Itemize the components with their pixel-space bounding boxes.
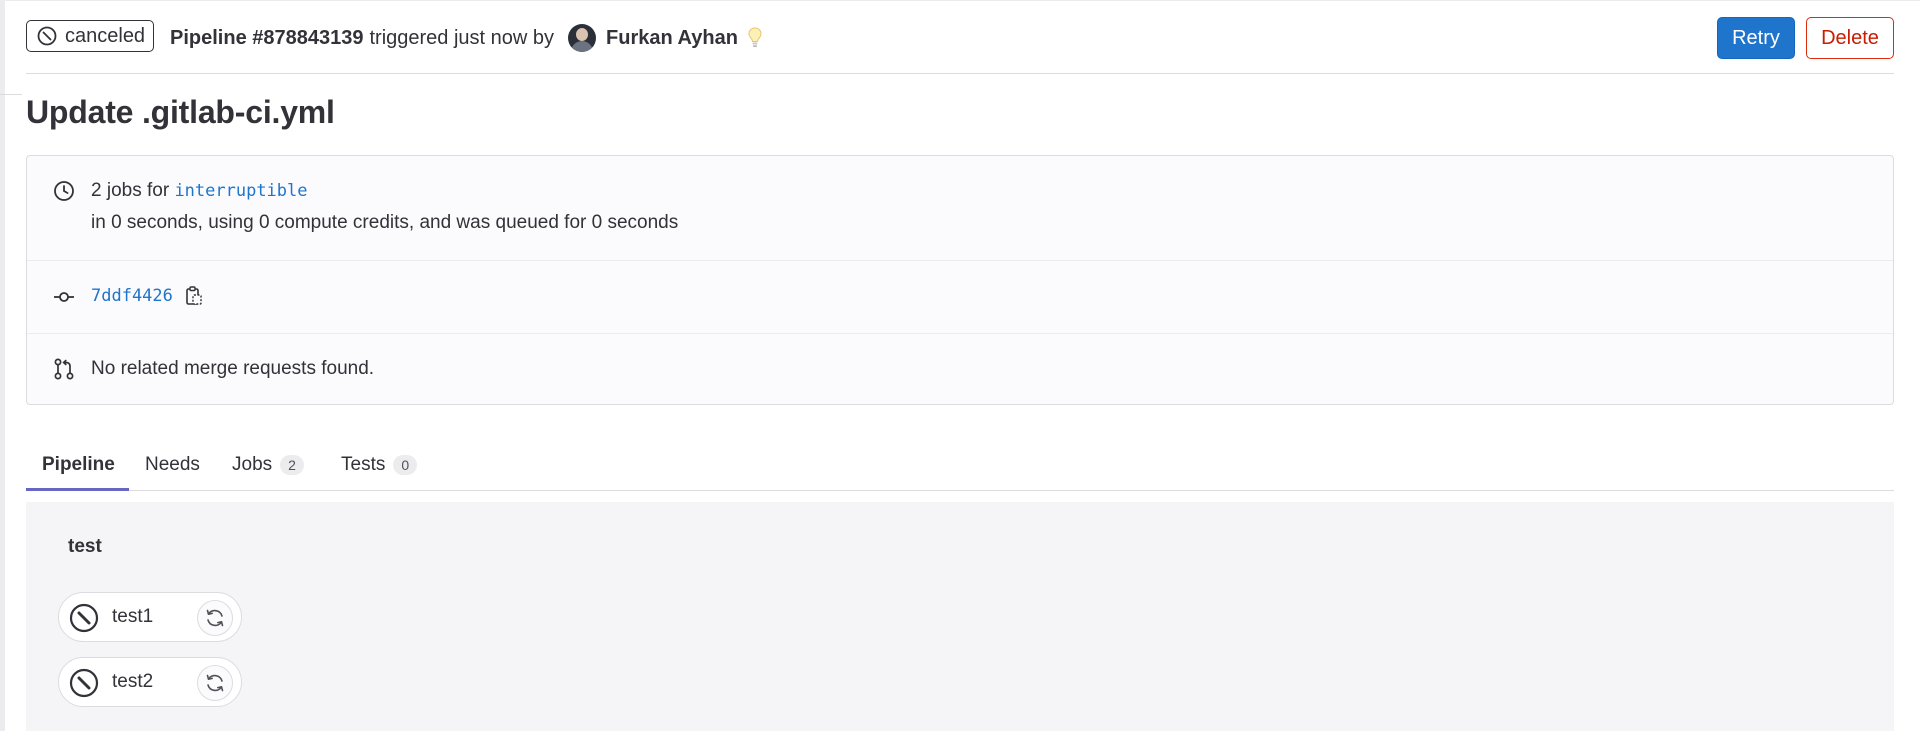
status-label: canceled — [65, 24, 146, 47]
ref-link[interactable]: interruptible — [174, 181, 307, 201]
author-link[interactable]: Furkan Ayhan — [606, 27, 738, 50]
status-badge[interactable]: canceled — [26, 20, 154, 52]
lightbulb-icon — [748, 27, 762, 47]
tab-pipeline[interactable]: Pipeline — [42, 440, 115, 490]
clock-icon — [54, 181, 74, 201]
jobs-summary: 2 jobs for interruptible — [91, 180, 308, 202]
pipeline-tabs: Pipeline Needs Jobs 2 Tests 0 — [26, 440, 1894, 491]
tests-count-badge: 0 — [393, 455, 418, 475]
job-pill[interactable]: test1 — [58, 592, 242, 642]
tab-tests[interactable]: Tests 0 — [341, 440, 418, 490]
merge-requests-row: No related merge requests found. — [27, 333, 1893, 405]
trigger-text: triggered just now by — [369, 26, 555, 49]
tab-label: Pipeline — [42, 454, 115, 475]
pipeline-id: Pipeline #878843139 — [170, 26, 364, 49]
pipeline-header: canceled Pipeline #878843139 triggered j… — [26, 17, 1894, 59]
commit-sha-link[interactable]: 7ddf4426 — [91, 286, 173, 306]
jobs-summary-row: 2 jobs for interruptible in 0 seconds, u… — [27, 156, 1893, 261]
retry-job-button[interactable] — [197, 600, 233, 636]
commit-row: 7ddf4426 — [27, 260, 1893, 334]
merge-request-icon — [54, 358, 74, 380]
tab-label: Jobs — [232, 454, 273, 475]
stage-title: test — [68, 536, 102, 557]
job-pill[interactable]: test2 — [58, 657, 242, 707]
jobs-count-text: 2 jobs for — [91, 180, 170, 201]
commit-icon — [54, 292, 74, 302]
tab-jobs[interactable]: Jobs 2 — [232, 440, 304, 490]
page-title: Update .gitlab-ci.yml — [26, 94, 335, 130]
avatar[interactable] — [568, 24, 597, 52]
job-name: test1 — [112, 606, 154, 627]
tab-label: Needs — [145, 454, 200, 475]
canceled-icon — [37, 26, 57, 46]
canceled-icon — [69, 603, 99, 633]
retry-button[interactable]: Retry — [1717, 17, 1795, 59]
jobs-count-badge: 2 — [280, 455, 304, 475]
retry-icon — [206, 674, 224, 692]
pipeline-graph: test test1 test2 — [26, 502, 1894, 731]
copy-to-clipboard-icon[interactable] — [185, 286, 203, 306]
sidebar-divider — [0, 94, 22, 95]
top-border — [5, 0, 1920, 1]
retry-icon — [206, 609, 224, 627]
merge-requests-text: No related merge requests found. — [91, 358, 375, 379]
pipeline-info-box: 2 jobs for interruptible in 0 seconds, u… — [26, 155, 1894, 405]
tab-needs[interactable]: Needs — [145, 440, 200, 490]
pipeline-meta: Pipeline #878843139 triggered just now b… — [170, 24, 762, 52]
job-name: test2 — [112, 671, 154, 692]
sidebar-edge — [0, 0, 5, 731]
duration-text: in 0 seconds, using 0 compute credits, a… — [91, 212, 679, 233]
tab-label: Tests — [341, 454, 386, 475]
retry-job-button[interactable] — [197, 665, 233, 701]
header-divider — [26, 73, 1894, 74]
canceled-icon — [69, 668, 99, 698]
active-tab-indicator — [26, 488, 129, 491]
delete-button[interactable]: Delete — [1806, 17, 1894, 59]
